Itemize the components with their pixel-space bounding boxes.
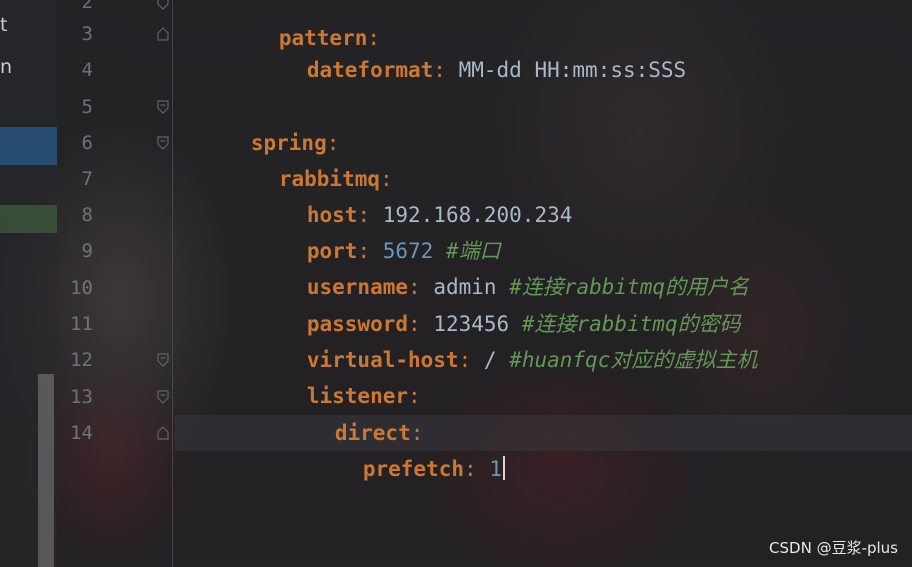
- code-line[interactable]: username: admin #连接rabbitmq的用户名: [231, 233, 749, 299]
- fold-end-icon[interactable]: [157, 0, 169, 10]
- line-number: 11: [70, 313, 93, 335]
- gutter-divider: [172, 0, 173, 567]
- editor-gutter[interactable]: 2 3 4 5 6 7 8 9 10 11 12 13 14: [57, 0, 175, 567]
- code-line[interactable]: listener:: [231, 342, 421, 408]
- project-tool-window[interactable]: t n: [0, 0, 57, 567]
- ide-screen: t n 2 3 4 5 6 7 8 9 10 11 12 13 14 patte…: [0, 0, 912, 567]
- code-line[interactable]: dateformat: MM-dd HH:mm:ss:SSS: [231, 16, 686, 82]
- code-line[interactable]: host: 192.168.200.234: [231, 161, 573, 227]
- line-number: 9: [81, 240, 93, 262]
- code-line[interactable]: rabbitmq:: [203, 125, 393, 191]
- fold-start-icon[interactable]: [157, 390, 169, 404]
- line-number: 12: [70, 349, 93, 371]
- code-line[interactable]: port: 5672 #端口: [231, 197, 501, 263]
- yaml-key: dateformat: [306, 58, 434, 82]
- line-number: 13: [70, 386, 93, 408]
- project-tree-item[interactable]: t: [0, 14, 7, 36]
- fold-end-icon[interactable]: [157, 426, 169, 440]
- text-caret: [502, 456, 505, 480]
- code-editor[interactable]: pattern: dateformat: MM-dd HH:mm:ss:SSS …: [175, 0, 912, 567]
- project-tree-highlight-row[interactable]: [0, 205, 57, 233]
- code-line[interactable]: virtual-host: / #huanfqc对应的虚拟主机: [231, 306, 757, 372]
- yaml-value: /: [471, 348, 497, 372]
- line-number: 5: [81, 96, 93, 118]
- line-number: 14: [70, 422, 93, 444]
- yaml-key: prefetch: [362, 457, 465, 481]
- project-tree-item[interactable]: n: [0, 56, 12, 78]
- fold-start-icon[interactable]: [157, 353, 169, 367]
- line-number: 8: [81, 204, 93, 226]
- line-number: 4: [81, 59, 93, 81]
- line-number: 7: [81, 168, 93, 190]
- fold-start-icon[interactable]: [157, 100, 169, 114]
- fold-start-icon[interactable]: [157, 136, 169, 150]
- fold-end-icon[interactable]: [157, 27, 169, 41]
- code-line[interactable]: password: 123456 #连接rabbitmq的密码: [231, 270, 741, 336]
- code-line[interactable]: spring:: [175, 89, 340, 155]
- line-number: 10: [70, 277, 93, 299]
- csdn-watermark: CSDN @豆浆-plus: [769, 539, 898, 557]
- line-number: 3: [81, 23, 93, 45]
- code-line[interactable]: direct:: [259, 379, 424, 445]
- line-number: 6: [81, 132, 93, 154]
- project-panel-scrollbar[interactable]: [38, 374, 54, 567]
- yaml-value: MM-dd HH:mm:ss:SSS: [445, 58, 687, 82]
- code-line-current[interactable]: prefetch: 1: [287, 415, 505, 481]
- project-tree-selected-row[interactable]: [0, 127, 57, 165]
- yaml-comment: #huanfqc对应的虚拟主机: [509, 348, 758, 372]
- yaml-value: 1: [476, 457, 502, 481]
